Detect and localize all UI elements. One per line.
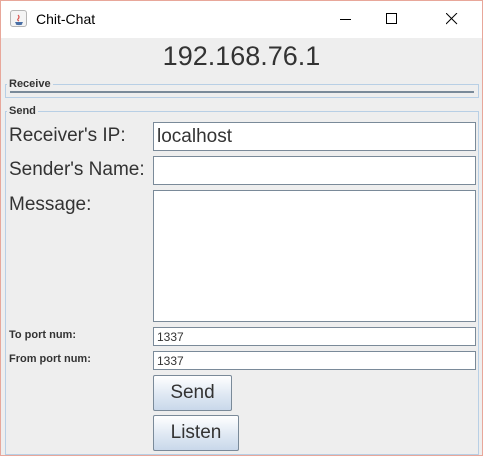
window-title: Chit-Chat	[36, 11, 96, 27]
app-window: Chit-Chat 192.168.76.1 Receive Send Rece…	[0, 0, 483, 456]
message-label: Message:	[9, 194, 92, 215]
maximize-icon	[386, 13, 397, 24]
message-textarea[interactable]	[154, 191, 475, 321]
from-port-field-box	[153, 351, 476, 370]
local-ip-display: 192.168.76.1	[162, 41, 321, 71]
receiver-ip-field-box	[153, 122, 476, 151]
minimize-icon	[340, 19, 351, 20]
maximize-button[interactable]	[369, 1, 415, 38]
close-button[interactable]	[429, 1, 475, 38]
listen-button[interactable]: Listen	[153, 415, 239, 451]
message-field-box	[153, 190, 476, 322]
minimize-button[interactable]	[323, 1, 369, 38]
receive-panel	[5, 84, 479, 98]
from-port-input[interactable]	[154, 352, 475, 370]
to-port-label: To port num:	[9, 329, 76, 341]
java-icon	[10, 10, 27, 27]
title-bar[interactable]: Chit-Chat	[1, 1, 482, 38]
receiver-ip-input[interactable]	[154, 123, 475, 150]
close-icon	[446, 13, 458, 25]
receive-panel-label: Receive	[7, 78, 53, 90]
to-port-input[interactable]	[154, 328, 475, 346]
sender-name-label: Sender's Name:	[9, 159, 145, 180]
receive-area	[10, 91, 474, 93]
send-panel-label: Send	[7, 105, 38, 117]
sender-name-field-box	[153, 156, 476, 185]
from-port-label: From port num:	[9, 353, 91, 365]
to-port-field-box	[153, 327, 476, 346]
sender-name-input[interactable]	[154, 157, 475, 184]
send-button[interactable]: Send	[153, 375, 232, 411]
receiver-ip-label: Receiver's IP:	[9, 125, 126, 146]
